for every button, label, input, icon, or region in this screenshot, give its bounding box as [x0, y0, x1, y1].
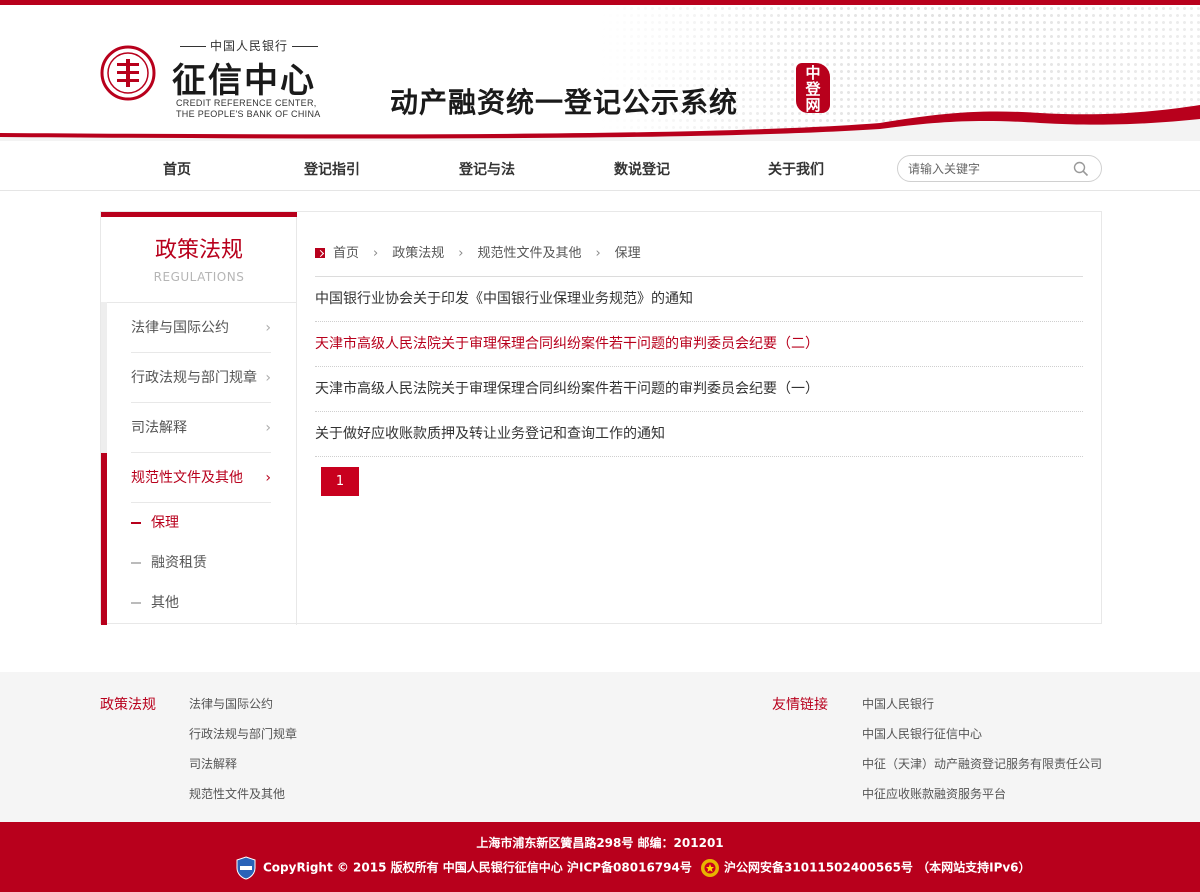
site-header: 中国人民银行 征信中心 CREDIT REFERENCE CENTER, THE… [0, 5, 1200, 145]
logo-english-line2: THE PEOPLE'S BANK OF CHINA [176, 109, 321, 119]
breadcrumb-policy[interactable]: 政策法规 [392, 246, 444, 261]
chevron-right-icon: › [265, 420, 271, 436]
breadcrumb-normative[interactable]: 规范性文件及其他 [477, 246, 581, 261]
footer-link[interactable]: 司法解释 [189, 755, 237, 772]
sidebar-item-label: 司法解释 [131, 420, 187, 436]
main-content: 首页 › 政策法规 › 规范性文件及其他 › 保理 中国银行业协会关于印发《中国银行业保理业… [315, 212, 1083, 625]
trust-badge-icon[interactable] [235, 856, 257, 880]
breadcrumb-current[interactable]: 保理 [615, 246, 641, 261]
search-input[interactable] [908, 160, 1068, 178]
sidebar-item-label: 规范性文件及其他 [131, 470, 243, 486]
footer-link[interactable]: 中征应收账款融资服务平台 [862, 785, 1006, 802]
footer-link[interactable]: 法律与国际公约 [189, 695, 273, 712]
zhongdengwang-seal-logo: 中登网 [796, 63, 830, 113]
search-icon[interactable] [1073, 161, 1089, 177]
logo-pboc-text: 中国人民银行 [176, 37, 322, 54]
search-box [897, 155, 1102, 182]
article-link[interactable]: 天津市高级人民法院关于审理保理合同纠纷案件若干问题的审判委员会纪要（二） [315, 322, 1083, 367]
footer-friend-links-title: 友情链接 [772, 697, 828, 713]
logo-english-line1: CREDIT REFERENCE CENTER, [176, 98, 317, 108]
sidebar-item-judicial[interactable]: 司法解释 › [131, 403, 271, 453]
sidebar-subitem-leasing[interactable]: 融资租赁 [131, 543, 271, 583]
sidebar-subitem-other[interactable]: 其他 [131, 583, 271, 623]
sidebar: 政策法规 REGULATIONS 法律与国际公约 › 行政法规与部门规章 › 司… [101, 212, 297, 625]
police-badge-icon [701, 859, 720, 877]
dash-icon [131, 562, 141, 564]
nav-registration-law[interactable]: 登记与法 [459, 159, 515, 179]
footer-link[interactable]: 中国人民银行 [862, 695, 934, 712]
sidebar-subtitle: REGULATIONS [153, 270, 245, 284]
breadcrumb: 首页 › 政策法规 › 规范性文件及其他 › 保理 [315, 242, 641, 262]
footer-copyright: CopyRight © 2015 版权所有 中国人民银行征信中心 沪ICP备08… [263, 860, 692, 875]
dash-icon [131, 522, 141, 524]
footer-link[interactable]: 中国人民银行征信中心 [862, 725, 982, 742]
sidebar-title: 政策法规 [154, 238, 243, 263]
sidebar-item-normative-docs[interactable]: 规范性文件及其他 › [131, 453, 271, 503]
content-panel: 政策法规 REGULATIONS 法律与国际公约 › 行政法规与部门规章 › 司… [100, 211, 1102, 625]
article-link[interactable]: 关于做好应收账款质押及转让业务登记和查询工作的通知 [315, 412, 1083, 457]
sidebar-item-laws[interactable]: 法律与国际公约 › [131, 303, 271, 353]
nav-data-registration[interactable]: 数说登记 [614, 159, 670, 179]
footer-link[interactable]: 中征（天津）动产融资登记服务有限责任公司 [862, 755, 1102, 772]
footer-policy-title: 政策法规 [100, 697, 156, 713]
main-nav: 首页 登记指引 登记与法 数说登记 关于我们 [0, 145, 1200, 191]
nav-about-us[interactable]: 关于我们 [768, 159, 824, 179]
home-marker-icon [315, 248, 325, 258]
pagination-page-1[interactable]: 1 [321, 467, 359, 496]
sidebar-item-label: 法律与国际公约 [131, 320, 229, 336]
chevron-right-icon: › [595, 246, 601, 261]
nav-home[interactable]: 首页 [163, 159, 191, 179]
footer-copyright-line: CopyRight © 2015 版权所有 中国人民银行征信中心 沪ICP备08… [235, 856, 1031, 880]
footer-address: 上海市浦东新区簧昌路298号 邮编：201201 [476, 836, 724, 850]
nav-registration-guide[interactable]: 登记指引 [304, 159, 360, 179]
chevron-right-icon: › [373, 246, 379, 261]
system-title: 动产融资统一登记公示系统 [390, 86, 739, 119]
footer-links: 政策法规 法律与国际公约 行政法规与部门规章 司法解释 规范性文件及其他 友情链… [0, 672, 1200, 822]
chevron-right-icon: › [265, 370, 271, 386]
footer-link[interactable]: 行政法规与部门规章 [189, 725, 297, 742]
chevron-right-icon: › [458, 246, 464, 261]
sidebar-subitem-factoring[interactable]: 保理 [131, 503, 271, 543]
sidebar-item-regulations[interactable]: 行政法规与部门规章 › [131, 353, 271, 403]
breadcrumb-home[interactable]: 首页 [333, 246, 359, 261]
chevron-right-icon: › [265, 320, 271, 336]
footer-link[interactable]: 规范性文件及其他 [189, 785, 285, 802]
site-footer: 上海市浦东新区簧昌路298号 邮编：201201 CopyRight © 201… [0, 822, 1200, 892]
dash-icon [131, 602, 141, 604]
chevron-right-icon: › [265, 470, 271, 486]
logo-main-text: 征信中心 [172, 61, 316, 101]
sidebar-item-label: 行政法规与部门规章 [131, 370, 257, 386]
credit-center-emblem [100, 45, 156, 101]
footer-police-record[interactable]: 沪公网安备31011502400565号 （本网站支持IPv6） [724, 861, 1031, 875]
article-link[interactable]: 中国银行业协会关于印发《中国银行业保理业务规范》的通知 [315, 277, 1083, 322]
article-link[interactable]: 天津市高级人民法院关于审理保理合同纠纷案件若干问题的审判委员会纪要（一） [315, 367, 1083, 412]
